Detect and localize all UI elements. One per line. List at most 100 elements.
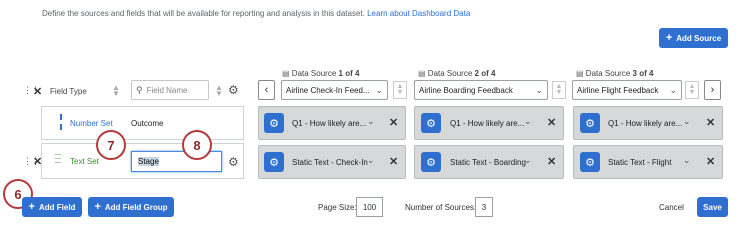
data-source-of: of <box>345 69 353 78</box>
plus-icon: + <box>94 200 101 213</box>
mapping-value[interactable]: Q1 - How likely are... <box>292 119 366 128</box>
mapping-value[interactable]: Static Text - Flight <box>608 158 671 167</box>
previous-sources-button[interactable]: ‹ <box>258 80 275 100</box>
gear-icon: ⚙ <box>269 117 279 130</box>
mapping-settings-button[interactable]: ⚙ <box>264 152 284 172</box>
data-source-select-1[interactable]: Airline Check-In Feed... ⌄ <box>281 80 388 100</box>
data-source-select-3[interactable]: Airline Flight Feedback ⌄ <box>572 80 682 100</box>
gear-icon: ⚙ <box>585 156 595 169</box>
remove-mapping-icon[interactable]: ✕ <box>706 116 715 129</box>
data-source-prefix: Data Source <box>427 69 473 78</box>
remove-mapping-icon[interactable]: ✕ <box>706 155 715 168</box>
field-name-filter[interactable]: ⚲ Field Name <box>131 80 209 100</box>
mapping-settings-button[interactable]: ⚙ <box>421 152 441 172</box>
sort-icon[interactable]: ▲ ▼ <box>215 84 223 98</box>
data-source-total: 4 <box>490 69 496 78</box>
field-type-label: Field Type <box>50 87 87 96</box>
remove-mapping-icon[interactable]: ✕ <box>389 155 398 168</box>
sort-icon[interactable]: ▲ ▼ <box>685 81 699 99</box>
data-source-icon: ▤ <box>418 69 426 78</box>
gear-icon: ⚙ <box>585 117 595 130</box>
chevron-down-icon[interactable]: ⌄ <box>524 116 532 127</box>
data-source-of: of <box>639 69 647 78</box>
mapping-value[interactable]: Q1 - How likely are... <box>450 119 524 128</box>
chevron-down-icon[interactable]: ⌄ <box>524 155 532 166</box>
number-of-sources-label: Number of Sources: <box>405 203 477 212</box>
number-of-sources-input[interactable]: 3 <box>475 197 493 217</box>
learn-more-link[interactable]: Learn about Dashboard Data <box>367 9 470 18</box>
data-source-selected: Airline Flight Feedback <box>577 85 659 95</box>
page-size-label: Page Size: <box>318 203 357 212</box>
data-source-selected: Airline Boarding Feedback <box>419 85 513 95</box>
data-source-number: 1 <box>338 69 343 78</box>
chevron-down-icon[interactable]: ⌄ <box>683 116 691 127</box>
add-field-group-label: Add Field Group <box>104 202 168 212</box>
sort-icon[interactable]: ▲ ▼ <box>393 81 407 99</box>
data-source-prefix: Data Source <box>291 69 337 78</box>
callout-8: 8 <box>182 130 212 160</box>
data-source-total: 4 <box>354 69 360 78</box>
gear-icon[interactable]: ⚙ <box>228 83 239 97</box>
data-source-icon: ▤ <box>576 69 584 78</box>
text-set-icon: — — — <box>55 152 61 166</box>
data-source-select-2[interactable]: Airline Boarding Feedback ⌄ <box>414 80 548 100</box>
data-source-of: of <box>481 69 489 78</box>
remove-mapping-icon[interactable]: ✕ <box>547 116 556 129</box>
save-button[interactable]: Save <box>697 197 728 217</box>
mapping-value[interactable]: Static Text - Boarding <box>450 158 526 167</box>
mapping-value[interactable]: Static Text - Check-In <box>292 158 368 167</box>
field-type-number-set[interactable]: Number Set <box>70 119 113 128</box>
data-source-total: 4 <box>648 69 654 78</box>
mapping-settings-button[interactable]: ⚙ <box>264 113 284 133</box>
next-sources-button[interactable]: › <box>704 80 721 100</box>
chevron-down-icon: ⌄ <box>535 84 543 95</box>
sort-icon[interactable]: ▲ ▼ <box>552 81 566 99</box>
sort-icon[interactable]: ▲ ▼ <box>112 84 120 98</box>
gear-icon: ⚙ <box>269 156 279 169</box>
search-icon: ⚲ <box>136 84 143 95</box>
chevron-down-icon[interactable]: ⌄ <box>367 116 375 127</box>
page-size-input[interactable]: 100 <box>356 197 383 217</box>
remove-mapping-icon[interactable]: ✕ <box>547 155 556 168</box>
field-type-text-set[interactable]: Text Set <box>70 157 99 166</box>
plus-icon: + <box>665 31 673 44</box>
add-field-label: Add Field <box>38 202 76 212</box>
add-field-button[interactable]: + Add Field <box>22 197 82 217</box>
mapping-settings-button[interactable]: ⚙ <box>580 113 600 133</box>
data-source-selected: Airline Check-In Feed... <box>286 85 370 95</box>
chevron-down-icon: ⌄ <box>375 84 383 95</box>
gear-icon: ⚙ <box>426 117 436 130</box>
callout-7: 7 <box>96 130 126 160</box>
mapping-settings-button[interactable]: ⚙ <box>421 113 441 133</box>
number-set-icon <box>60 114 63 130</box>
add-source-button[interactable]: + Add Source <box>659 28 728 48</box>
data-source-number: 2 <box>474 69 479 78</box>
data-source-header-3: ▤ Data Source 3 of 4 <box>576 69 653 78</box>
intro-description: Define the sources and fields that will … <box>42 9 365 18</box>
data-source-header-1: ▤ Data Source 1 of 4 <box>282 69 359 78</box>
chevron-left-icon: ‹ <box>264 84 269 96</box>
field-name-placeholder: Field Name <box>146 85 188 95</box>
chevron-down-icon[interactable]: ⌄ <box>367 155 375 166</box>
gear-icon: ⚙ <box>426 156 436 169</box>
add-field-group-button[interactable]: + Add Field Group <box>88 197 174 217</box>
add-source-label: Add Source <box>676 33 722 43</box>
data-source-prefix: Data Source <box>585 69 631 78</box>
remove-mapping-icon[interactable]: ✕ <box>389 116 398 129</box>
data-source-number: 3 <box>632 69 637 78</box>
chevron-right-icon: › <box>710 84 715 96</box>
data-source-icon: ▤ <box>282 69 290 78</box>
gear-icon[interactable]: ⚙ <box>228 155 239 169</box>
plus-icon: + <box>28 200 35 213</box>
close-icon[interactable]: ✕ <box>33 85 42 98</box>
save-label: Save <box>703 202 722 212</box>
mapping-settings-button[interactable]: ⚙ <box>580 152 600 172</box>
chevron-down-icon[interactable]: ⌄ <box>683 155 691 166</box>
cancel-button[interactable]: Cancel <box>659 203 684 212</box>
field-name-value: Stage <box>138 157 159 166</box>
intro-text: Define the sources and fields that will … <box>42 9 602 18</box>
data-source-header-2: ▤ Data Source 2 of 4 <box>418 69 495 78</box>
mapping-value[interactable]: Q1 - How likely are... <box>608 119 682 128</box>
field-name-outcome[interactable]: Outcome <box>131 119 163 128</box>
chevron-down-icon: ⌄ <box>669 84 677 95</box>
